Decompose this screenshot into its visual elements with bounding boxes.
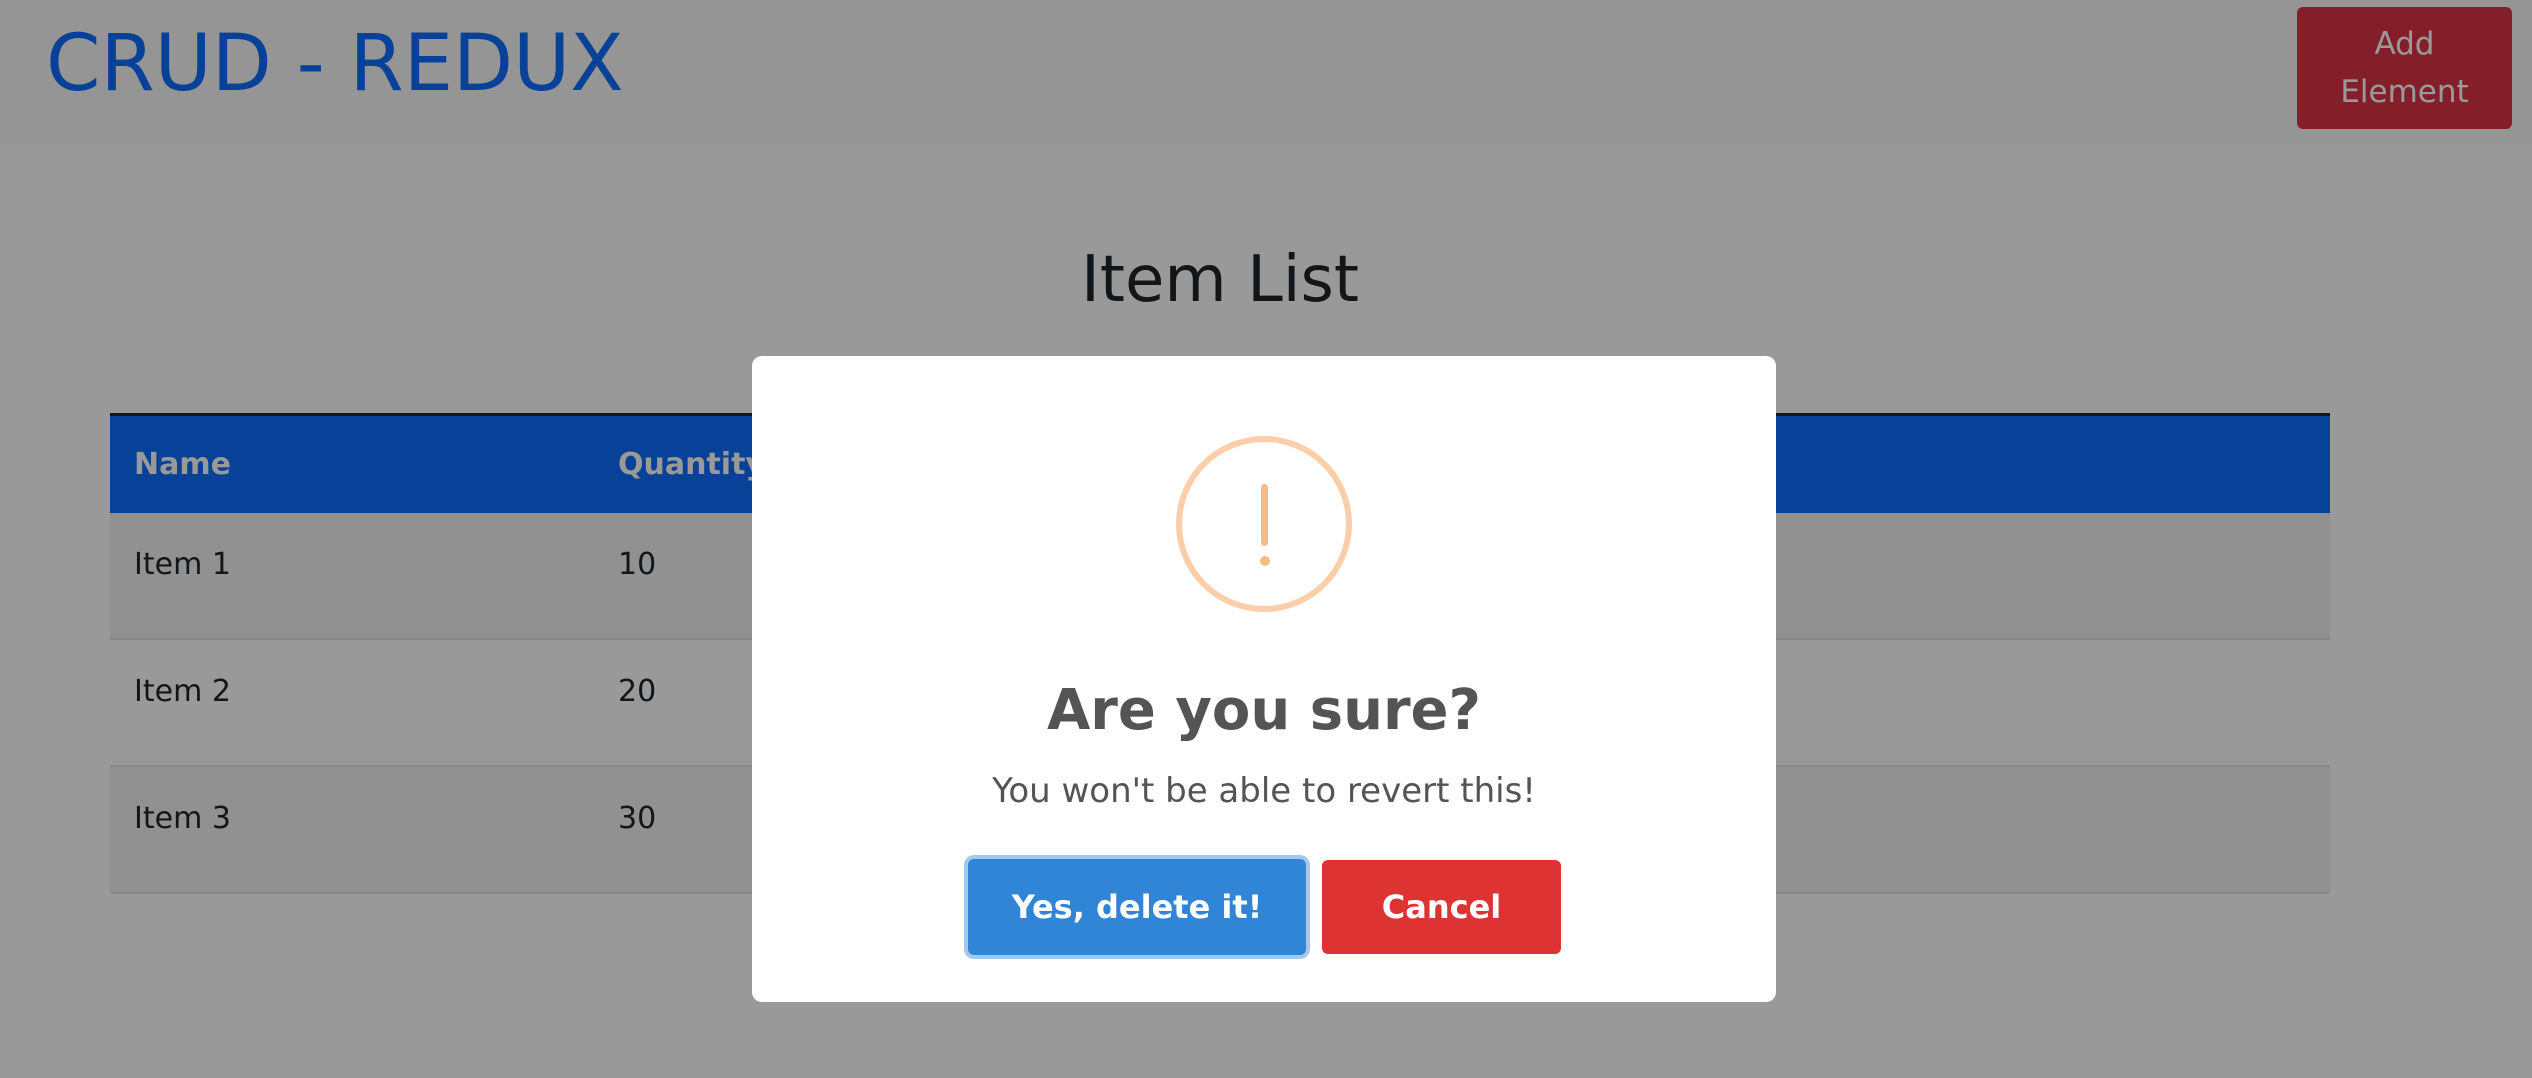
dialog-title: Are you sure? xyxy=(1046,678,1482,743)
cancel-button[interactable]: Cancel xyxy=(1322,860,1561,954)
confirm-delete-button[interactable]: Yes, delete it! xyxy=(968,859,1306,955)
exclamation-dot xyxy=(1260,556,1270,566)
dialog-message: You won't be able to revert this! xyxy=(992,771,1536,811)
exclamation-bar xyxy=(1261,484,1268,546)
confirm-dialog: Are you sure? You won't be able to rever… xyxy=(752,356,1776,1002)
warning-exclamation-icon xyxy=(1176,436,1352,612)
